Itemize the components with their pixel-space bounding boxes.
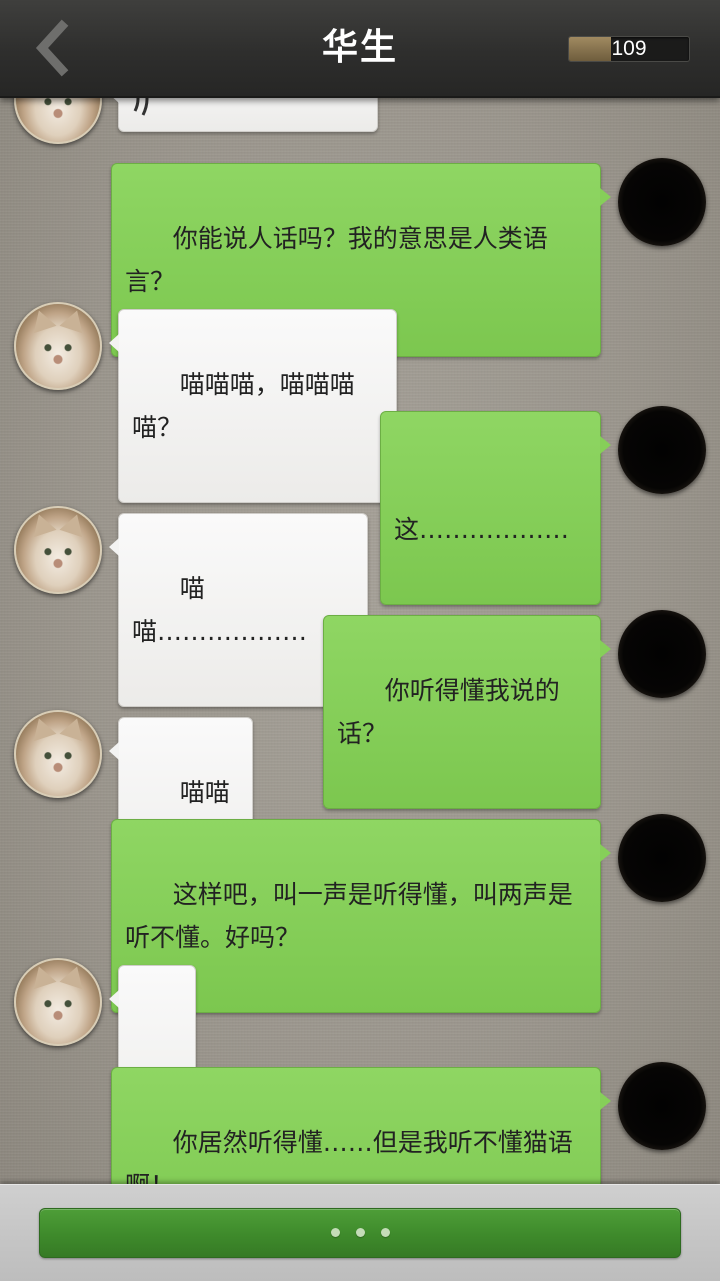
message-row-incoming: 喵喵喵，喵喵喵喵？: [0, 300, 720, 503]
typing-dots-icon: [40, 1209, 680, 1257]
counter-value: 109: [611, 37, 647, 60]
voice-wave-icon: [133, 96, 149, 116]
typing-dot: [330, 1228, 340, 1237]
message-row-outgoing: 这样吧，叫一声是听得懂，叫两声是 听不懂。好吗？: [0, 814, 720, 1013]
player-avatar[interactable]: [618, 406, 706, 494]
message-text: 你居然听得懂……但是我听不懂猫语 啊！: [125, 1128, 573, 1184]
player-avatar[interactable]: [618, 610, 706, 698]
message-text: 你能说人话吗？我的意思是人类语 言？: [125, 224, 548, 296]
message-row-incoming: 喵喵喵。: [0, 708, 720, 911]
reply-button[interactable]: [39, 1208, 681, 1258]
chevron-left-icon: [28, 18, 84, 78]
cat-avatar[interactable]: [14, 506, 102, 594]
outgoing-message-bubble: 你居然听得懂……但是我听不懂猫语 啊！: [111, 1067, 611, 1184]
top-bar: 华生 109: [0, 0, 720, 98]
message-row-outgoing: 你听得懂我说的话？: [0, 610, 720, 809]
cat-avatar[interactable]: [14, 96, 102, 144]
player-avatar[interactable]: [618, 814, 706, 902]
counter-badge: 109: [568, 36, 690, 62]
back-button[interactable]: [28, 18, 84, 78]
cat-avatar[interactable]: [14, 302, 102, 390]
player-avatar[interactable]: [618, 158, 706, 246]
message-row-incoming: 喵。: [0, 956, 720, 1159]
message-row-incoming: 喵喵………………: [0, 504, 720, 707]
cat-avatar[interactable]: [14, 710, 102, 798]
typing-dot: [380, 1228, 390, 1237]
message-row-outgoing: 你居然听得懂……但是我听不懂猫语 啊！: [0, 1062, 720, 1184]
player-avatar[interactable]: [618, 1062, 706, 1150]
message-row-outgoing: 这………………: [0, 406, 720, 605]
bottom-bar: [0, 1184, 720, 1281]
message-text: 这样吧，叫一声是听得懂，叫两声是 听不懂。好吗？: [125, 880, 573, 952]
incoming-message-bubble: [109, 96, 378, 132]
chat-thread[interactable]: 你能说人话吗？我的意思是人类语 言？ 喵喵喵，喵喵喵喵？ 这……………… 喵喵……: [0, 96, 720, 1184]
cat-avatar[interactable]: [14, 958, 102, 1046]
message-row-outgoing: 你能说人话吗？我的意思是人类语 言？: [0, 158, 720, 357]
typing-dot: [355, 1228, 365, 1237]
contact-name-title: 华生: [321, 26, 398, 68]
